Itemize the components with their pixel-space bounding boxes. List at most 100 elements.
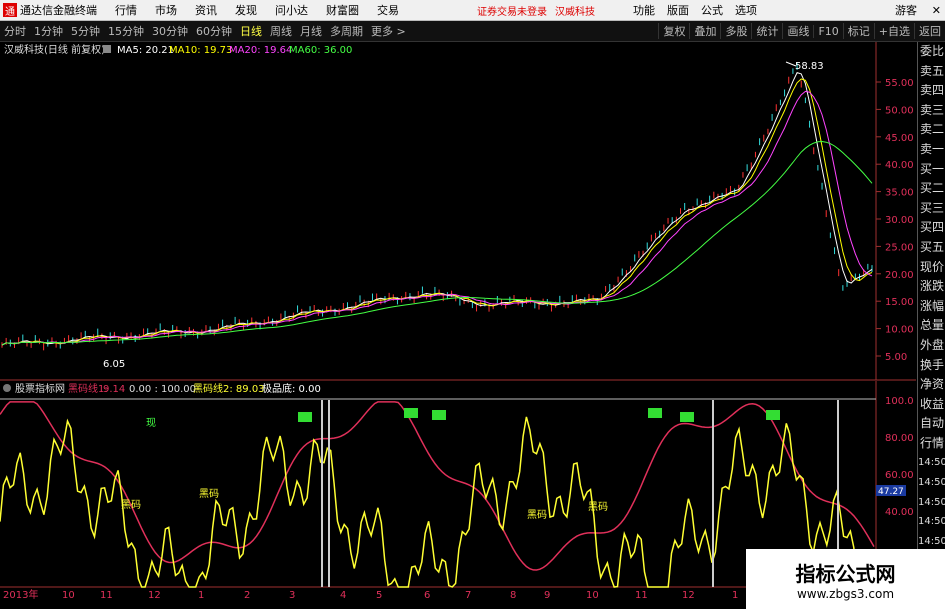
period-multi[interactable]: 多周期 xyxy=(326,23,367,39)
period-1min[interactable]: 1分钟 xyxy=(30,23,67,39)
indicator-y-ticks: 100.0 80.00 60.00 40.00 xyxy=(885,396,914,518)
side-panel-item[interactable]: 委比 xyxy=(918,42,945,62)
side-panel-item[interactable]: 买五 xyxy=(918,238,945,258)
side-panel-item[interactable]: 自动 xyxy=(918,414,945,434)
chart-svg[interactable]: 汉威科技(日线 前复权) MA5: 20.21 MA10: 19.73 MA20… xyxy=(0,42,916,601)
window-close-icon[interactable]: ✕ xyxy=(932,4,941,17)
side-panel-item[interactable]: 净资 xyxy=(918,375,945,395)
add-watchlist-button[interactable]: +自选 xyxy=(873,23,914,39)
main-y-ticks: 55.00 50.00 45.00 40.00 35.00 30.00 25.00 20.00… xyxy=(876,78,914,363)
side-panel-item[interactable]: 14:50 xyxy=(918,473,945,493)
menu-item-quote[interactable]: 行情 xyxy=(115,2,137,18)
indicator-param2: 黑码线2: 89.03 xyxy=(193,382,265,395)
heima-label-4: 黑码 xyxy=(588,501,608,513)
app-name: 通达信金融终端 xyxy=(20,4,97,17)
menu-item-options[interactable]: 选项 xyxy=(735,2,757,18)
side-panel-item[interactable]: 卖三 xyxy=(918,101,945,121)
ma5-label: MA5: 20.21 xyxy=(117,45,174,56)
y-tick-label: 10.00 xyxy=(885,325,914,336)
watermark-title: 指标公式网 xyxy=(795,561,896,586)
x-axis: 2013年 10 11 12 1 2 3 4 5 6 7 8 9 10 11 12 1 xyxy=(3,588,738,601)
menu-item-wealth[interactable]: 财富圈 xyxy=(326,2,359,18)
y-tick-label: 55.00 xyxy=(885,78,914,89)
menu-bar: 通 通达信金融终端 行情 市场 资讯 发现 问小达 财富圈 交易 证券交易未登录… xyxy=(0,0,945,21)
period-intraday[interactable]: 分时 xyxy=(0,23,30,39)
side-panel-item[interactable]: 14:50 xyxy=(918,493,945,513)
period-weekly[interactable]: 周线 xyxy=(266,23,296,39)
period-monthly[interactable]: 月线 xyxy=(296,23,326,39)
x-axis-label: 12 xyxy=(682,590,695,599)
green-signal-mark xyxy=(432,410,446,420)
side-panel-item[interactable]: 总量 xyxy=(918,316,945,336)
y-tick-label: 20.00 xyxy=(885,270,914,281)
period-more[interactable]: 更多 > xyxy=(367,23,410,39)
x-axis-label: 6 xyxy=(424,590,430,599)
x-axis-label: 11 xyxy=(635,590,648,599)
green-signal-mark xyxy=(648,408,662,418)
side-panel-item[interactable]: 行情 xyxy=(918,434,945,454)
side-panel-item[interactable]: 外盘 xyxy=(918,336,945,356)
login-status[interactable]: 证券交易未登录 xyxy=(477,3,547,18)
indicator-toggle-icon[interactable] xyxy=(3,384,11,392)
period-5min[interactable]: 5分钟 xyxy=(67,23,104,39)
guest-label[interactable]: 游客 xyxy=(895,2,917,18)
stats-button[interactable]: 统计 xyxy=(751,23,782,39)
x-axis-label: 9 xyxy=(544,590,550,599)
menu-item-market[interactable]: 市场 xyxy=(155,2,177,18)
period-daily[interactable]: 日线 xyxy=(236,23,266,39)
side-panel-item[interactable]: 买四 xyxy=(918,218,945,238)
period-15min[interactable]: 15分钟 xyxy=(104,23,148,39)
side-panel-item[interactable]: 涨跌 xyxy=(918,277,945,297)
side-panel-item[interactable]: 卖一 xyxy=(918,140,945,160)
side-panel-item[interactable]: 14:50 xyxy=(918,512,945,532)
side-panel-item[interactable]: 卖五 xyxy=(918,62,945,82)
side-panel-item[interactable]: 收益 xyxy=(918,395,945,415)
menu-item-discover[interactable]: 发现 xyxy=(235,2,257,18)
quote-side-panel: 委比 卖五 卖四 卖三 卖二 卖一 买一 买二 买三 买四 买五 现价 涨跌 涨幅 总量 外盘 换手 净资 收益 自动… xyxy=(917,42,945,599)
mark-button[interactable]: 标记 xyxy=(842,23,874,39)
side-panel-item[interactable]: 卖四 xyxy=(918,81,945,101)
x-axis-label: 10 xyxy=(586,590,599,599)
side-panel-item[interactable]: 买二 xyxy=(918,179,945,199)
side-panel-item[interactable]: 卖二 xyxy=(918,120,945,140)
ma-toggle-icon[interactable] xyxy=(103,45,111,53)
side-panel-item[interactable]: 买三 xyxy=(918,199,945,219)
x-axis-label: 1 xyxy=(198,590,204,599)
x-axis-label: 7 xyxy=(465,590,471,599)
chart-area[interactable]: 汉威科技(日线 前复权) MA5: 20.21 MA10: 19.73 MA20… xyxy=(0,42,916,601)
menu-item-formula[interactable]: 公式 xyxy=(701,2,723,18)
menu-item-trade[interactable]: 交易 xyxy=(377,2,399,18)
y-tick-label: 15.00 xyxy=(885,297,914,308)
indicator-param-mid: 0.00 : 100.00 xyxy=(129,384,196,395)
ma5-line xyxy=(1,71,873,346)
stock-name-title: 汉威科技 xyxy=(555,6,595,18)
overlay-button[interactable]: 叠加 xyxy=(689,23,720,39)
back-button[interactable]: 返回 xyxy=(914,23,945,39)
y-tick-label: 35.00 xyxy=(885,188,914,199)
menu-item-news[interactable]: 资讯 xyxy=(195,2,217,18)
multi-stock-button[interactable]: 多股 xyxy=(720,23,751,39)
side-panel-item[interactable]: 买一 xyxy=(918,160,945,180)
indicator-y-tick-label: 100.0 xyxy=(885,396,914,407)
low-price-label: 6.05 xyxy=(103,359,125,370)
x-axis-label: 1 xyxy=(732,590,738,599)
side-panel-item[interactable]: 涨幅 xyxy=(918,297,945,317)
side-panel-item[interactable]: 14:50 xyxy=(918,453,945,473)
draw-button[interactable]: 画线 xyxy=(782,23,813,39)
high-price-label: 58.83 xyxy=(795,61,824,72)
indicator-current-value: 47.27 xyxy=(878,487,904,497)
period-60min[interactable]: 60分钟 xyxy=(192,23,236,39)
watermark: 指标公式网 www.zbgs3.com xyxy=(746,549,945,609)
indicator-plot xyxy=(0,400,875,588)
f10-button[interactable]: F10 xyxy=(813,24,842,38)
x-axis-label: 12 xyxy=(148,590,161,599)
adjust-button[interactable]: 复权 xyxy=(658,23,689,39)
indicator-param3: 极品底: 0.00 xyxy=(262,382,321,395)
menu-item-function[interactable]: 功能 xyxy=(633,2,655,18)
side-panel-item[interactable]: 现价 xyxy=(918,258,945,278)
menu-item-ask[interactable]: 问小达 xyxy=(275,2,308,18)
period-30min[interactable]: 30分钟 xyxy=(148,23,192,39)
x-axis-label: 2 xyxy=(244,590,250,599)
menu-item-layout[interactable]: 版面 xyxy=(667,2,689,18)
side-panel-item[interactable]: 换手 xyxy=(918,356,945,376)
